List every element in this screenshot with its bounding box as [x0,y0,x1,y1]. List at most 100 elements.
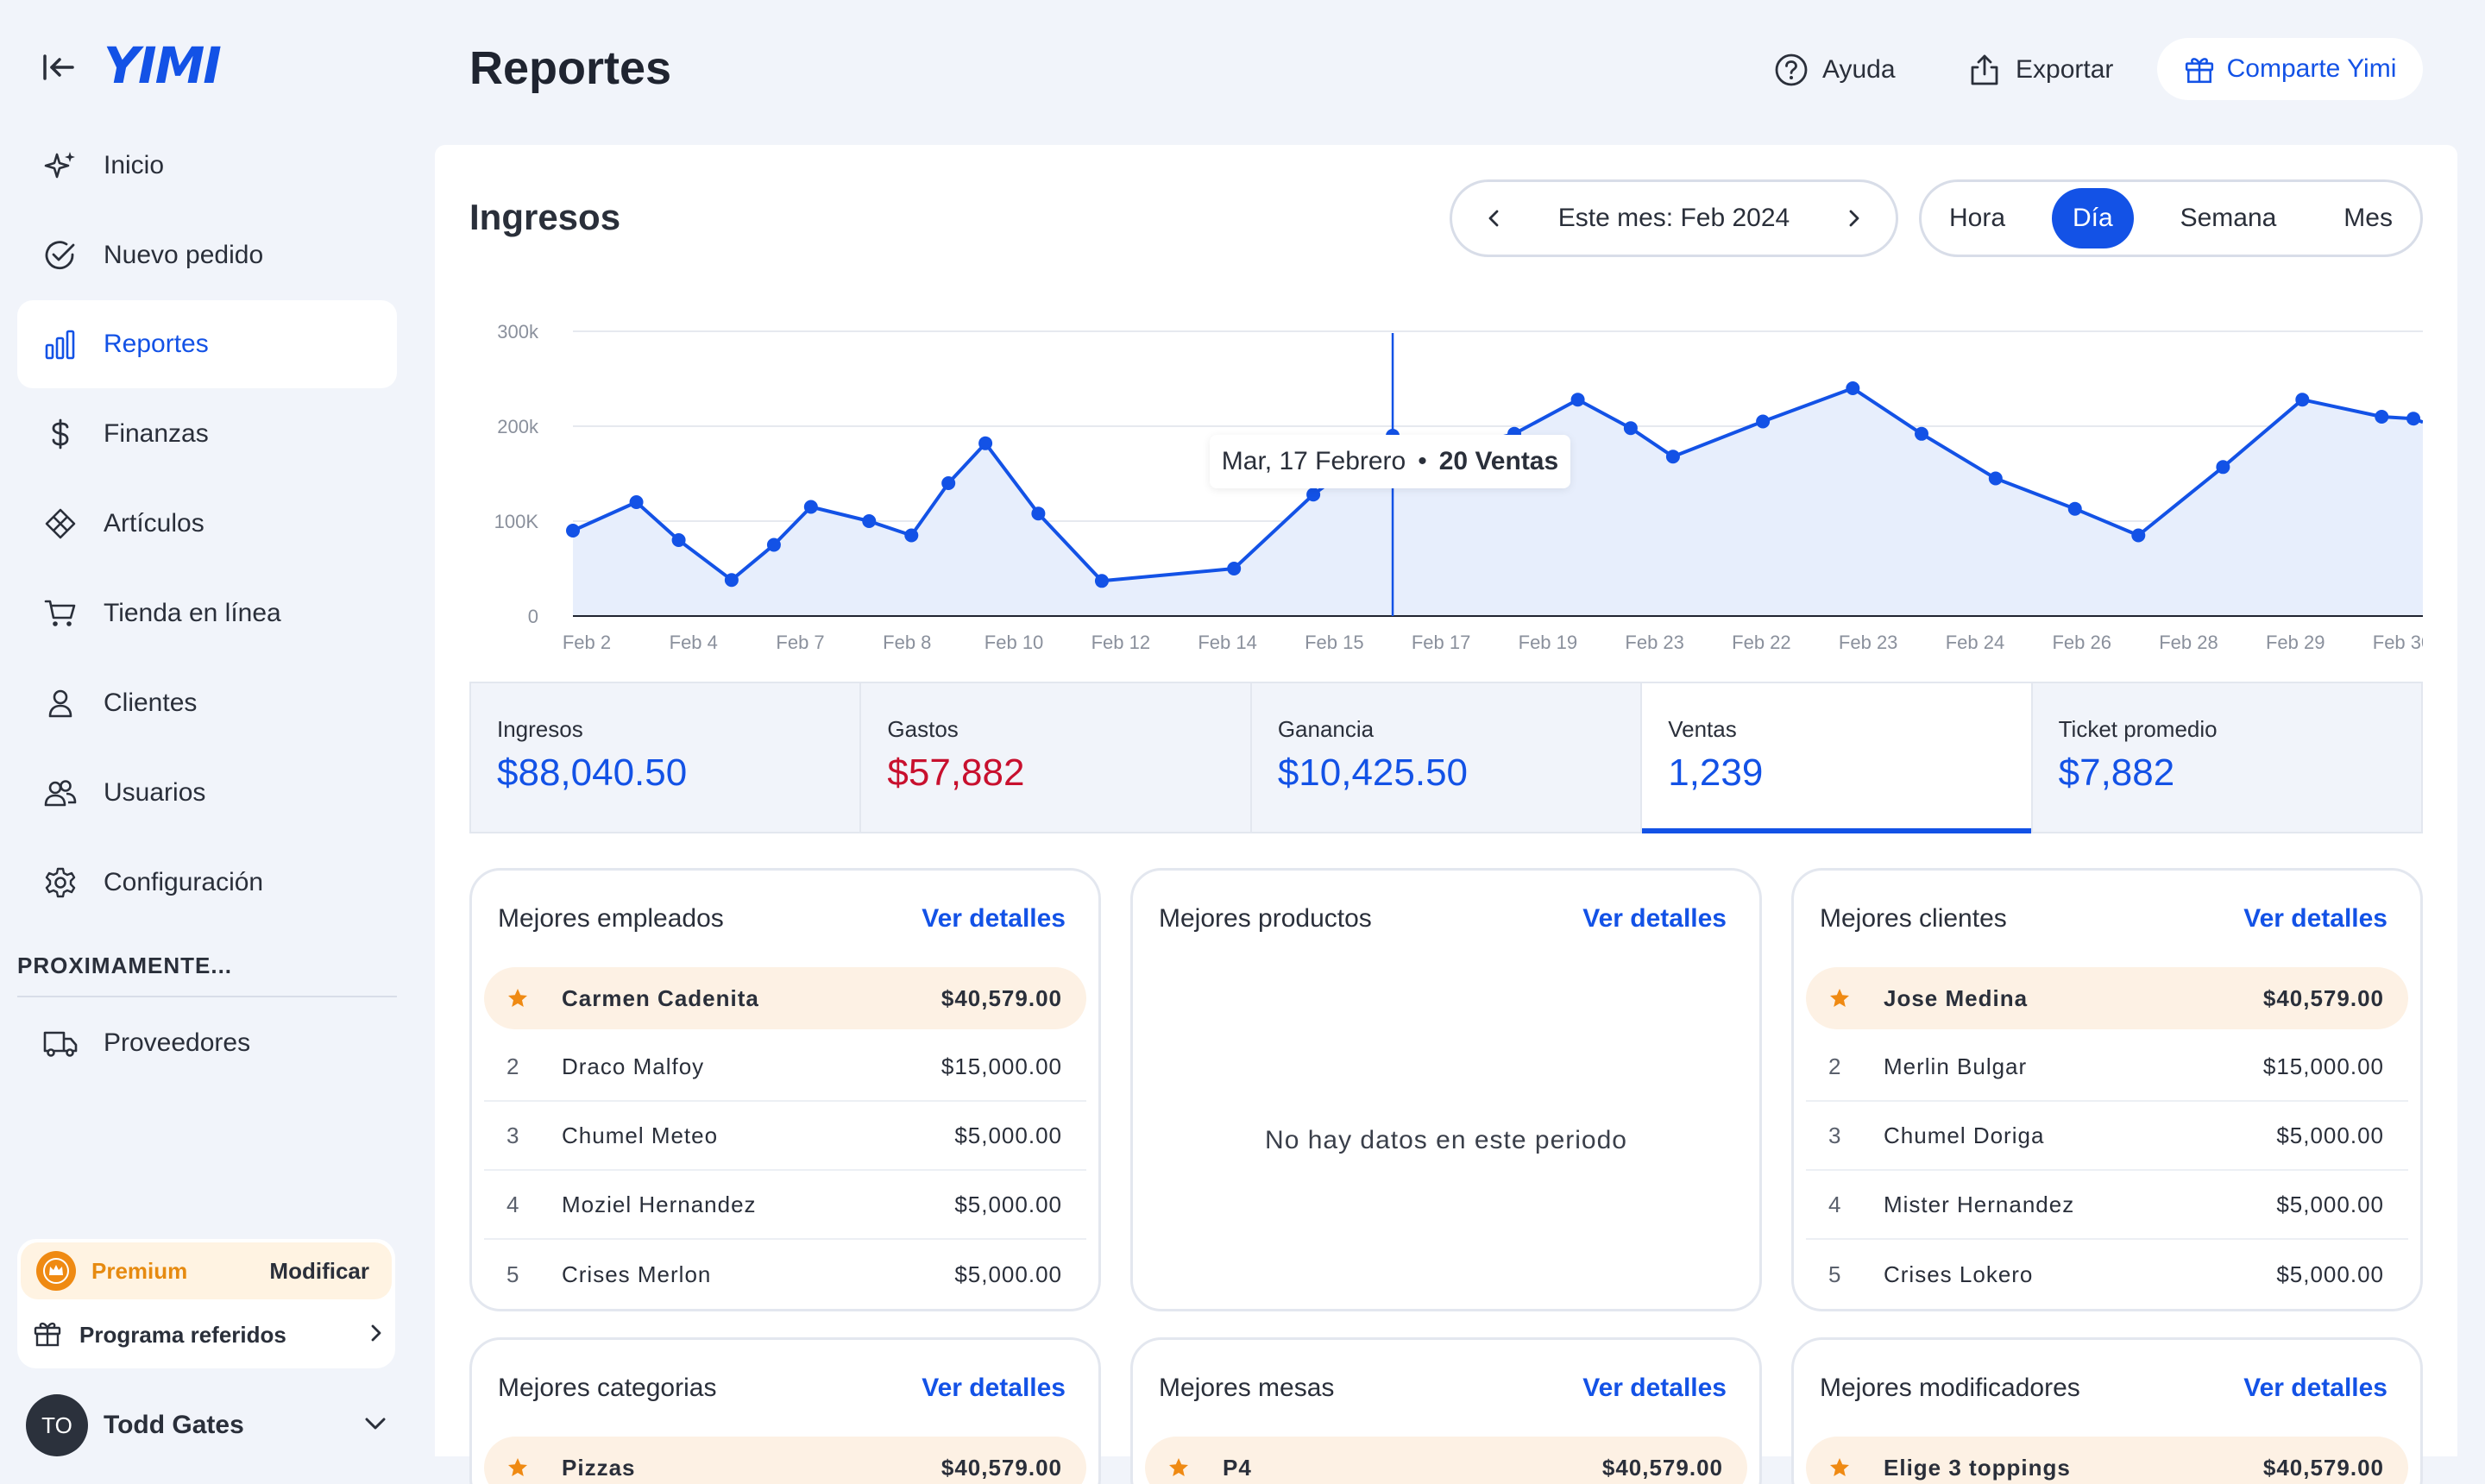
ranking-name: Crises Lokero [1884,1261,2034,1287]
divider [17,996,397,997]
modify-plan-button[interactable]: Modificar [269,1258,369,1285]
view-details-link[interactable]: Ver detalles [2243,904,2387,934]
collapse-sidebar-icon[interactable] [40,50,78,85]
ranking-row[interactable]: 4 Mister Hernandez $5,000.00 [1806,1171,2408,1240]
kpi-value: $57,882 [887,751,1025,794]
data-point [766,538,781,552]
star-icon [1167,1456,1202,1479]
export-label: Exportar [2016,55,2114,84]
data-point [1031,506,1046,521]
ranking-row[interactable]: 5 Crises Lokero $5,000.00 [1806,1240,2408,1309]
x-tick-label: Feb 14 [1198,632,1257,653]
ranking-row[interactable]: 4 Moziel Hernandez $5,000.00 [484,1171,1086,1240]
star-icon [1828,987,1863,1009]
ranking-row[interactable]: Carmen Cadenita $40,579.00 [484,967,1086,1029]
top-tables-card: Mejores mesas Ver detalles P4 $40,579.00 [1130,1337,1762,1484]
ranking-name: Pizzas [562,1454,636,1481]
ranking-amount: $5,000.00 [954,1261,1062,1287]
kpi-ticket-promedio[interactable]: Ticket promedio $7,882 [2033,683,2421,832]
user-name: Todd Gates [104,1411,244,1439]
share-upload-icon [1967,53,2002,87]
y-tick-label: 300k [497,321,539,343]
premium-label: Premium [91,1257,188,1284]
x-tick-label: Feb 15 [1305,632,1364,653]
kpi-value: $7,882 [2058,751,2175,794]
ranking-row[interactable]: P4 $40,579.00 [1145,1437,1747,1484]
kpi-label: Gastos [887,716,959,742]
share-yimi-button[interactable]: Comparte Yimi [2157,38,2423,100]
sidebar-item-articulos[interactable]: Artículos [17,480,397,568]
ranking-amount: $5,000.00 [954,1122,1062,1148]
export-button[interactable]: Exportar [1967,38,2113,102]
ranking-row[interactable]: Pizzas $40,579.00 [484,1437,1086,1484]
ranking-row[interactable]: 2 Draco Malfoy $15,000.00 [484,1033,1086,1102]
granularity-dia[interactable]: Día [2051,188,2134,248]
sidebar-item-label: Inicio [104,151,165,179]
sidebar-item-label: Reportes [104,330,209,358]
tooltip-value: 20 Ventas [1438,447,1559,475]
sidebar-item-label: Finanzas [104,419,209,448]
data-point [1915,426,1928,441]
rank-number: 3 [1828,1122,1842,1148]
user-menu[interactable]: TO Todd Gates [26,1391,388,1460]
ranking-row[interactable]: 5 Crises Merlon $5,000.00 [484,1240,1086,1309]
chevron-left-icon[interactable] [1476,201,1511,236]
sidebar-item-nuevo-pedido[interactable]: Nuevo pedido [17,211,397,299]
x-tick-label: Feb 2 [563,632,611,653]
empty-state-message: No hay datos en este periodo [1265,1126,1627,1154]
help-button[interactable]: Ayuda [1774,38,1896,102]
x-tick-label: Feb 28 [2159,632,2218,653]
sidebar-item-clientes[interactable]: Clientes [17,659,397,747]
data-point [2295,393,2310,407]
x-tick-label: Feb 4 [670,632,718,653]
kpi-ganancia[interactable]: Ganancia $10,425.50 [1252,683,1643,832]
ranking-row[interactable]: 3 Chumel Meteo $5,000.00 [484,1102,1086,1171]
x-tick-label: Feb 29 [2266,632,2325,653]
sidebar-item-label: Usuarios [104,778,206,807]
sidebar: YIMI Inicio Nuevo pedido Reportes Finanz… [0,0,414,1484]
kpi-ingresos[interactable]: Ingresos $88,040.50 [471,683,862,832]
y-tick-label: 0 [528,606,538,627]
view-details-link[interactable]: Ver detalles [2243,1374,2387,1403]
star-icon [1828,1456,1863,1479]
granularity-hora[interactable]: Hora [1928,188,2026,248]
sidebar-item-reportes[interactable]: Reportes [17,300,397,388]
kpi-gastos[interactable]: Gastos $57,882 [861,683,1252,832]
kpi-label: Ingresos [497,716,583,742]
top-employees-card: Mejores empleados Ver detalles Carmen Cad… [469,868,1101,1311]
sidebar-item-tienda-en-linea[interactable]: Tienda en línea [17,569,397,657]
sidebar-item-configuracion[interactable]: Configuración [17,839,397,927]
granularity-mes[interactable]: Mes [2323,188,2413,248]
diamond-icon [41,505,79,543]
sidebar-item-inicio[interactable]: Inicio [17,122,397,210]
view-details-link[interactable]: Ver detalles [1582,1374,1727,1403]
ranking-row[interactable]: 2 Merlin Bulgar $15,000.00 [1806,1033,2408,1102]
ranking-name: Draco Malfoy [562,1053,705,1079]
view-details-link[interactable]: Ver detalles [1582,904,1727,934]
sidebar-item-finanzas[interactable]: Finanzas [17,390,397,478]
ranking-amount: $40,579.00 [941,984,1062,1011]
ranking-name: Merlin Bulgar [1884,1053,2028,1079]
ranking-row[interactable]: 3 Chumel Doriga $5,000.00 [1806,1102,2408,1171]
kpi-label: Ticket promedio [2058,716,2218,742]
ranking-amount: $15,000.00 [941,1053,1062,1079]
x-tick-label: Feb 23 [1625,632,1684,653]
ranking-row[interactable]: Jose Medina $40,579.00 [1806,967,2408,1029]
sidebar-item-proveedores[interactable]: Proveedores [17,999,397,1087]
view-details-link[interactable]: Ver detalles [922,1374,1066,1403]
help-label: Ayuda [1822,55,1896,84]
section-title: Ingresos [469,197,621,237]
rank-number: 4 [1828,1191,1842,1217]
kpi-ventas[interactable]: Ventas 1,239 [1642,683,2033,833]
granularity-semana[interactable]: Semana [2160,188,2298,248]
view-details-link[interactable]: Ver detalles [922,904,1066,934]
data-point [2067,501,2082,516]
ranking-row[interactable]: Elige 3 toppings $40,579.00 [1806,1437,2408,1484]
ranking-name: Carmen Cadenita [562,984,759,1011]
sidebar-item-usuarios[interactable]: Usuarios [17,749,397,837]
period-label: Este mes: Feb 2024 [1557,204,1790,232]
yimi-logo[interactable]: YIMI [104,38,222,93]
ranking-name: Jose Medina [1884,984,2029,1011]
chevron-right-icon[interactable] [1837,201,1872,236]
referral-program-link[interactable]: Programa referidos [33,1308,387,1361]
